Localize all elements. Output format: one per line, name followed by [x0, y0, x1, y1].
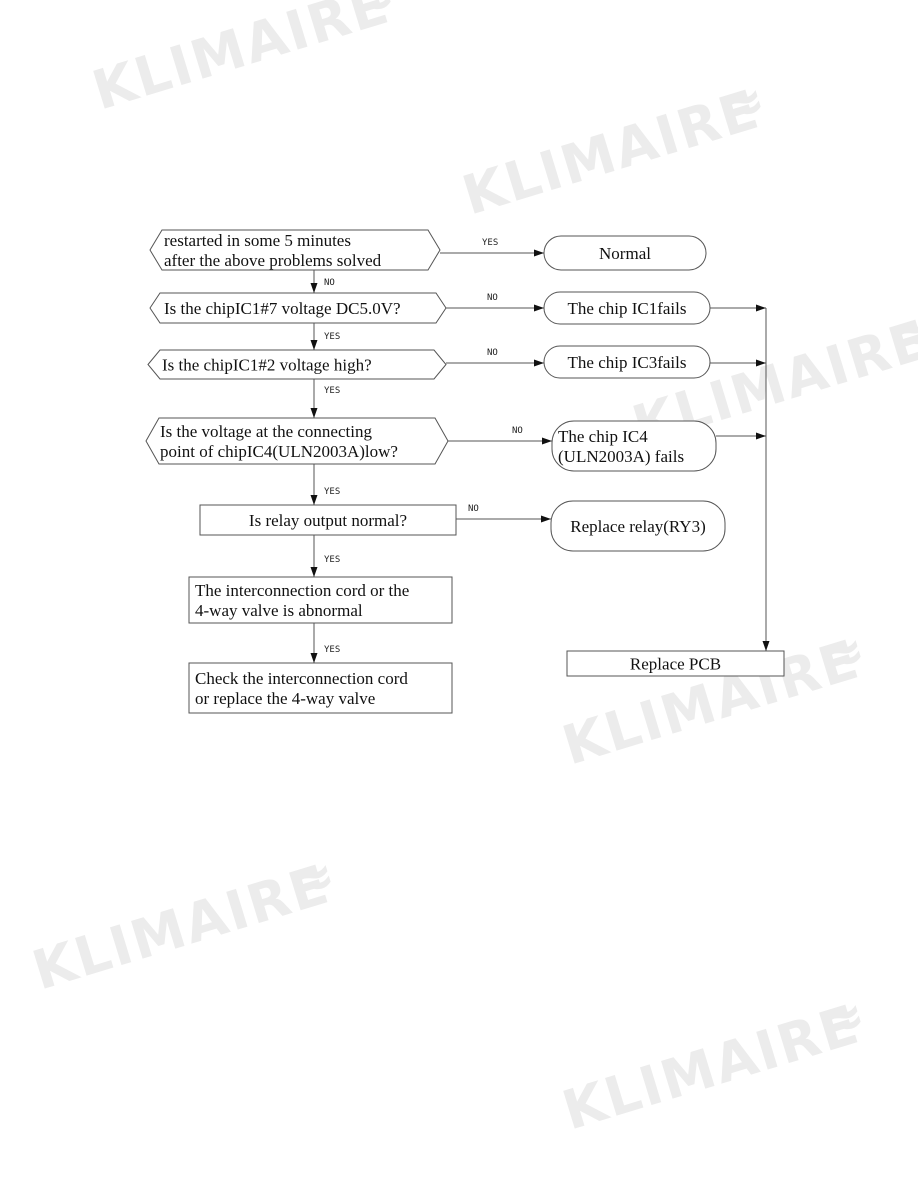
edge-label: YES	[324, 645, 340, 655]
edge-label: NO	[324, 278, 335, 288]
node-q-ic1-7: Is the chipIC1#7 voltage DC5.0V?	[149, 292, 447, 324]
edge-q-restart-to-q-ic1-7: NO	[310, 270, 335, 293]
arrowhead-icon	[534, 359, 544, 367]
edge-cord-abnormal-to-check-cord: YES	[310, 623, 340, 663]
node-label-line: The chip IC1fails	[568, 299, 687, 318]
arrowhead-icon	[310, 495, 318, 505]
watermark-logo: KLIMAIRE≈	[555, 982, 874, 1143]
edge-q-ic4-to-q-relay: YES	[310, 464, 340, 505]
node-q-relay: Is relay output normal?	[199, 504, 457, 536]
node-label-line: The chip IC4	[558, 427, 648, 446]
node-label-line: restarted in some 5 minutes	[164, 231, 351, 250]
edge-q-ic1-7-to-q-ic1-2: YES	[310, 323, 340, 350]
edge-label: NO	[512, 426, 523, 436]
node-label-line: Replace PCB	[630, 655, 721, 674]
arrowhead-icon	[310, 340, 318, 350]
node-ic4-fails: The chip IC4(ULN2003A) fails	[551, 420, 717, 472]
edge-q-restart-to-normal: YES	[440, 238, 544, 257]
arrowhead-icon	[756, 304, 766, 312]
edge-label: YES	[324, 487, 340, 497]
node-label-line: The chip IC3fails	[568, 353, 687, 372]
watermark-layer: KLIMAIRE≈KLIMAIRE≈KLIMAIRE≈KLIMAIRE≈KLIM…	[25, 0, 918, 1143]
node-check-cord: Check the interconnection cordor replace…	[188, 662, 453, 714]
node-label-line: Replace relay(RY3)	[570, 517, 705, 536]
edge-q-relay-to-replace-relay: NO	[456, 504, 551, 523]
node-label-line: Is relay output normal?	[249, 511, 407, 530]
node-label-line: point of chipIC4(ULN2003A)low?	[160, 442, 398, 461]
node-normal: Normal	[543, 235, 707, 271]
node-label-line: Normal	[599, 244, 651, 263]
node-q-ic4: Is the voltage at the connectingpoint of…	[145, 417, 449, 465]
node-label-line: Is the chipIC1#2 voltage high?	[162, 356, 372, 375]
node-ic1-fails: The chip IC1fails	[543, 291, 711, 325]
node-label-line: (ULN2003A) fails	[558, 447, 684, 466]
edge-label: YES	[324, 332, 340, 342]
edge-label: YES	[324, 555, 340, 565]
watermark-text: KLIMAIRE	[85, 0, 396, 122]
node-label-line: The interconnection cord or the	[195, 581, 409, 600]
node-label-line: Is the chipIC1#7 voltage DC5.0V?	[164, 299, 401, 318]
node-cord-abnormal: The interconnection cord or the4-way val…	[188, 576, 453, 624]
arrowhead-icon	[310, 567, 318, 577]
node-replace-pcb: Replace PCB	[566, 650, 785, 677]
node-layer: restarted in some 5 minutesafter the abo…	[145, 229, 785, 714]
watermark-logo: KLIMAIRE≈	[25, 842, 344, 1003]
edge-label: YES	[482, 238, 498, 248]
edge-q-ic4-to-ic4-fails: NO	[448, 426, 552, 445]
node-label-line: 4-way valve is abnormal	[195, 601, 363, 620]
node-label-line: or replace the 4-way valve	[195, 689, 375, 708]
arrowhead-icon	[762, 641, 770, 651]
node-label-line: Check the interconnection cord	[195, 669, 408, 688]
node-q-restart: restarted in some 5 minutesafter the abo…	[149, 229, 441, 271]
watermark-logo: KLIMAIRE≈	[85, 0, 404, 122]
edge-label: NO	[487, 293, 498, 303]
edge-q-ic1-7-to-ic1-fails: NO	[446, 293, 544, 312]
arrowhead-icon	[756, 432, 766, 440]
edge-ic1-fails-to-replace-pcb	[710, 304, 766, 312]
node-label-line: after the above problems solved	[164, 251, 382, 270]
arrowhead-icon	[310, 408, 318, 418]
flowchart-canvas: KLIMAIRE≈KLIMAIRE≈KLIMAIRE≈KLIMAIRE≈KLIM…	[25, 0, 918, 1143]
watermark-logo: KLIMAIRE≈	[555, 617, 874, 778]
edge-q-ic1-2-to-ic3-fails: NO	[446, 348, 544, 367]
node-replace-relay: Replace relay(RY3)	[550, 500, 726, 552]
arrowhead-icon	[310, 653, 318, 663]
node-ic3-fails: The chip IC3fails	[543, 345, 711, 379]
edge-q-ic1-2-to-q-ic4: YES	[310, 379, 340, 418]
arrowhead-icon	[542, 437, 552, 445]
edge-ic4-fails-to-replace-pcb	[716, 432, 766, 440]
arrowhead-icon	[534, 304, 544, 312]
arrowhead-icon	[310, 283, 318, 293]
watermark-logo: KLIMAIRE≈	[455, 67, 774, 228]
edge-q-relay-to-cord-abnormal: YES	[310, 535, 340, 577]
edge-label: YES	[324, 386, 340, 396]
node-label-line: Is the voltage at the connecting	[160, 422, 372, 441]
arrowhead-icon	[541, 515, 551, 523]
edge-label: NO	[487, 348, 498, 358]
arrowhead-icon	[534, 249, 544, 257]
edge-label: NO	[468, 504, 479, 514]
node-q-ic1-2: Is the chipIC1#2 voltage high?	[147, 349, 447, 380]
